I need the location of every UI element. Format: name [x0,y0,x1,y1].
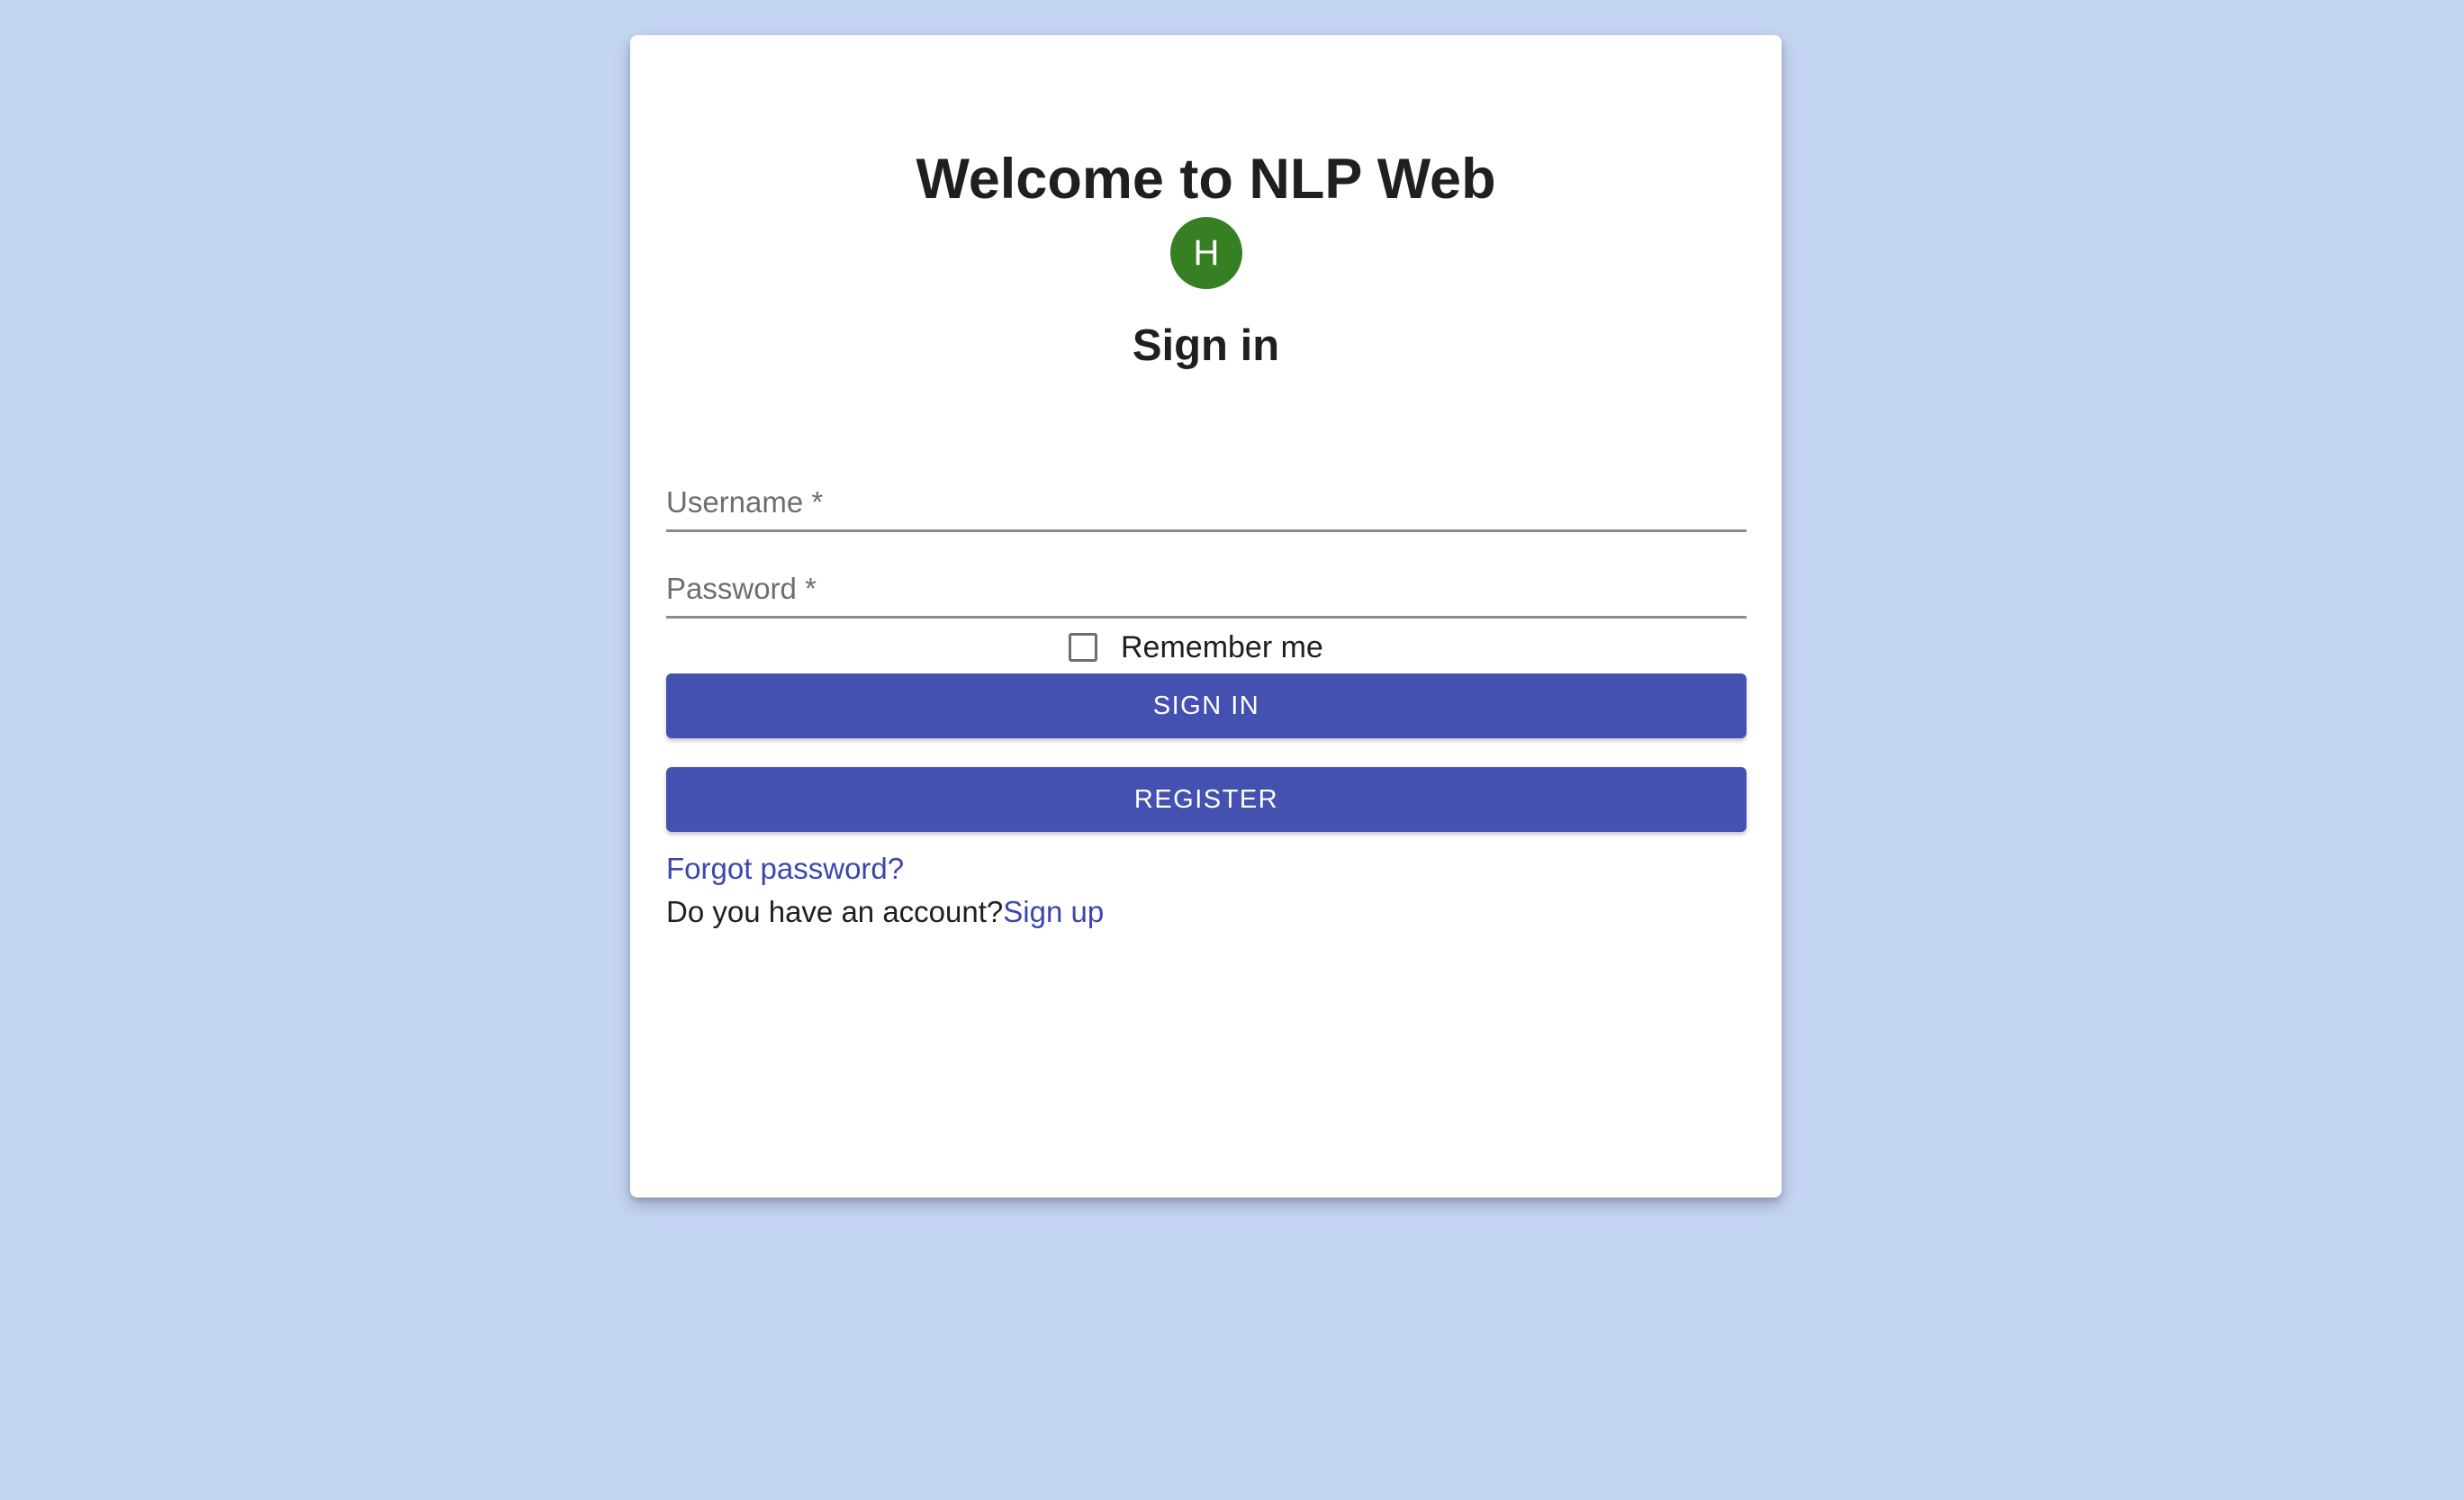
register-button[interactable]: REGISTER [666,767,1746,832]
sign-up-link[interactable]: Sign up [1003,895,1104,928]
remember-me-option[interactable]: Remember me [1069,620,1323,674]
account-prompt-text: Do you have an account? [666,895,1004,928]
password-field[interactable]: Password * [666,565,1750,619]
username-input[interactable] [666,478,1750,531]
forgot-password-link[interactable]: Forgot password? [666,851,904,887]
avatar: H [1170,217,1242,289]
page-title: Welcome to NLP Web [916,148,1496,211]
remember-me-checkbox[interactable] [1069,633,1097,662]
remember-me-label: Remember me [1121,629,1323,664]
sign-in-heading: Sign in [1132,321,1280,370]
sign-in-button[interactable]: SIGN IN [666,673,1746,738]
sign-in-card: Welcome to NLP Web H Sign in Username * … [630,35,1782,1197]
signup-prompt: Do you have an account?Sign up [666,894,1104,930]
username-field[interactable]: Username * [666,478,1750,532]
password-input[interactable] [666,565,1750,618]
